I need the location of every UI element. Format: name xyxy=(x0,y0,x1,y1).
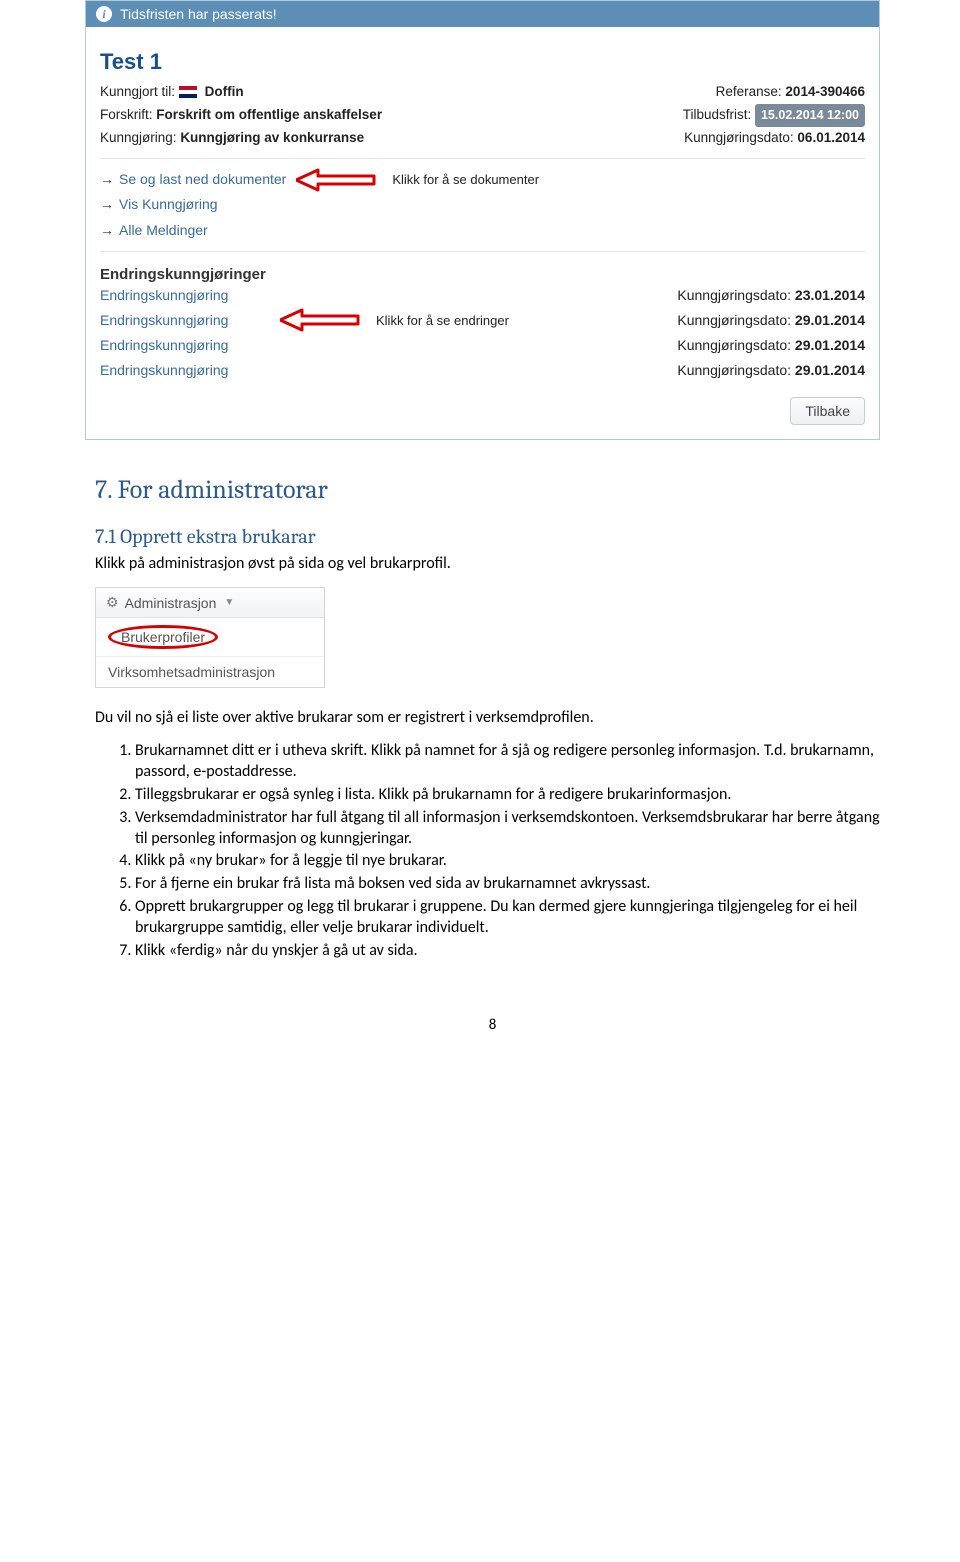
meta-reference-label: Referanse: xyxy=(716,84,782,99)
admin-menu-item-label: Brukerprofiler xyxy=(121,629,205,645)
ep-date-value: 29.01.2014 xyxy=(795,312,865,328)
heading-section-7: 7. For administratorar xyxy=(95,475,890,505)
instruction-list: Brukarnamnet ditt er i utheva skrift. Kl… xyxy=(95,741,890,961)
link-all-messages[interactable]: → Alle Meldinger xyxy=(100,218,865,243)
list-item: Verksemdadministrator har full åtgang ti… xyxy=(135,808,890,850)
link-all-messages-label: Alle Meldinger xyxy=(119,218,208,243)
ep-date-label: Kunngjøringsdato: xyxy=(677,312,791,328)
highlight-oval: Brukerprofiler xyxy=(108,625,218,649)
page-number: 8 xyxy=(95,1016,890,1034)
admin-menu-button[interactable]: ⚙ Administrasjon ▼ xyxy=(96,588,324,618)
ep-title: Endringskunngjøringer xyxy=(100,266,865,283)
meta-pubdate-label: Kunngjøringsdato: xyxy=(684,130,794,145)
admin-menu-item-brukerprofiler[interactable]: Brukerprofiler xyxy=(96,618,324,656)
meta-forskrift-label: Forskrift: xyxy=(100,107,153,122)
arrow-right-icon: → xyxy=(100,192,114,217)
list-item: Opprett brukargrupper og legg til brukar… xyxy=(135,897,890,939)
list-item: Tilleggsbrukarar er også synleg i lista.… xyxy=(135,785,890,806)
list-item: Klikk «ferdig» når du ynskjer å gå ut av… xyxy=(135,941,890,962)
admin-menu-item-label: Virksomhetsadministrasjon xyxy=(108,664,275,680)
ep-date-4: Kunngjøringsdato: 29.01.2014 xyxy=(677,358,865,383)
list-item: For å fjerne ein brukar frå lista må bok… xyxy=(135,874,890,895)
flag-icon xyxy=(179,86,197,98)
meta-deadline: Tilbudsfrist: 15.02.2014 12:00 xyxy=(683,104,865,127)
screenshot-panel: i Tidsfristen har passerats! Test 1 Kunn… xyxy=(85,0,880,440)
ep-date-label: Kunngjøringsdato: xyxy=(677,287,791,303)
ep-date-3: Kunngjøringsdato: 29.01.2014 xyxy=(677,333,865,358)
ep-date-value: 29.01.2014 xyxy=(795,362,865,378)
ep-date-1: Kunngjøringsdato: 23.01.2014 xyxy=(677,283,865,308)
separator xyxy=(100,251,865,252)
meta-pubto-label: Kunngjort til: xyxy=(100,84,175,99)
meta-pubdate: Kunngjøringsdato: 06.01.2014 xyxy=(684,127,865,150)
list-item: Klikk på «ny brukar» for å leggje til ny… xyxy=(135,851,890,872)
meta-forskrift-value: Forskrift om offentlige anskaffelser xyxy=(156,107,382,122)
annotation-arrow-icon xyxy=(280,308,360,332)
arrow-right-icon: → xyxy=(100,167,114,192)
paragraph-list-intro: Du vil no sjå ei liste over aktive bruka… xyxy=(95,708,890,727)
meta-forskrift: Forskrift: Forskrift om offentlige anska… xyxy=(100,104,382,127)
heading-section-7-1: 7.1 Opprett ekstra brukarar xyxy=(95,525,890,548)
ep-link-2[interactable]: Endringskunngjøring xyxy=(100,308,270,333)
meta-pubdate-value: 06.01.2014 xyxy=(797,130,865,145)
admin-menu-label: Administrasjon xyxy=(125,595,217,611)
annotation-text-docs: Klikk for å se dokumenter xyxy=(392,172,539,187)
annotation-text-changes: Klikk for å se endringer xyxy=(376,309,509,332)
paragraph-intro: Klikk på administrasjon øvst på sida og … xyxy=(95,554,890,573)
link-download-docs[interactable]: → Se og last ned dokumenter xyxy=(100,167,286,192)
ep-date-label: Kunngjøringsdato: xyxy=(677,362,791,378)
meta-reference-value: 2014-390466 xyxy=(785,84,865,99)
meta-kunngj: Kunngjøring: Kunngjøring av konkurranse xyxy=(100,127,364,150)
ep-date-value: 23.01.2014 xyxy=(795,287,865,303)
link-download-docs-label: Se og last ned dokumenter xyxy=(119,167,286,192)
link-show-announcement[interactable]: → Vis Kunngjøring xyxy=(100,192,865,217)
ep-date-2: Kunngjøringsdato: 29.01.2014 xyxy=(677,308,865,333)
link-show-announcement-label: Vis Kunngjøring xyxy=(119,192,218,217)
ep-link-3[interactable]: Endringskunngjøring xyxy=(100,333,270,358)
arrow-right-icon: → xyxy=(100,218,114,243)
meta-reference: Referanse: 2014-390466 xyxy=(716,81,865,104)
panel-title: Test 1 xyxy=(100,49,865,75)
meta-kunngj-value: Kunngjøring av konkurranse xyxy=(180,130,364,145)
info-banner: i Tidsfristen har passerats! xyxy=(86,1,879,27)
list-item: Brukarnamnet ditt er i utheva skrift. Kl… xyxy=(135,741,890,783)
ep-link-1[interactable]: Endringskunngjøring xyxy=(100,283,270,308)
annotation-arrow-icon xyxy=(296,168,376,192)
meta-pubto: Kunngjort til: Doffin xyxy=(100,81,244,104)
ep-link-4[interactable]: Endringskunngjøring xyxy=(100,358,270,383)
info-icon: i xyxy=(96,6,112,22)
meta-deadline-value: 15.02.2014 12:00 xyxy=(755,104,865,127)
meta-pubto-value: Doffin xyxy=(205,84,244,99)
gear-icon: ⚙ xyxy=(106,594,119,611)
separator xyxy=(100,158,865,159)
ep-date-label: Kunngjøringsdato: xyxy=(677,337,791,353)
chevron-down-icon: ▼ xyxy=(224,597,234,608)
admin-menu-screenshot: ⚙ Administrasjon ▼ Brukerprofiler Virkso… xyxy=(95,587,325,688)
meta-kunngj-label: Kunngjøring: xyxy=(100,130,177,145)
meta-deadline-label: Tilbudsfrist: xyxy=(683,107,752,122)
ep-date-value: 29.01.2014 xyxy=(795,337,865,353)
admin-menu-item-virksomhet[interactable]: Virksomhetsadministrasjon xyxy=(96,656,324,687)
info-banner-text: Tidsfristen har passerats! xyxy=(120,6,277,22)
back-button[interactable]: Tilbake xyxy=(790,397,865,425)
